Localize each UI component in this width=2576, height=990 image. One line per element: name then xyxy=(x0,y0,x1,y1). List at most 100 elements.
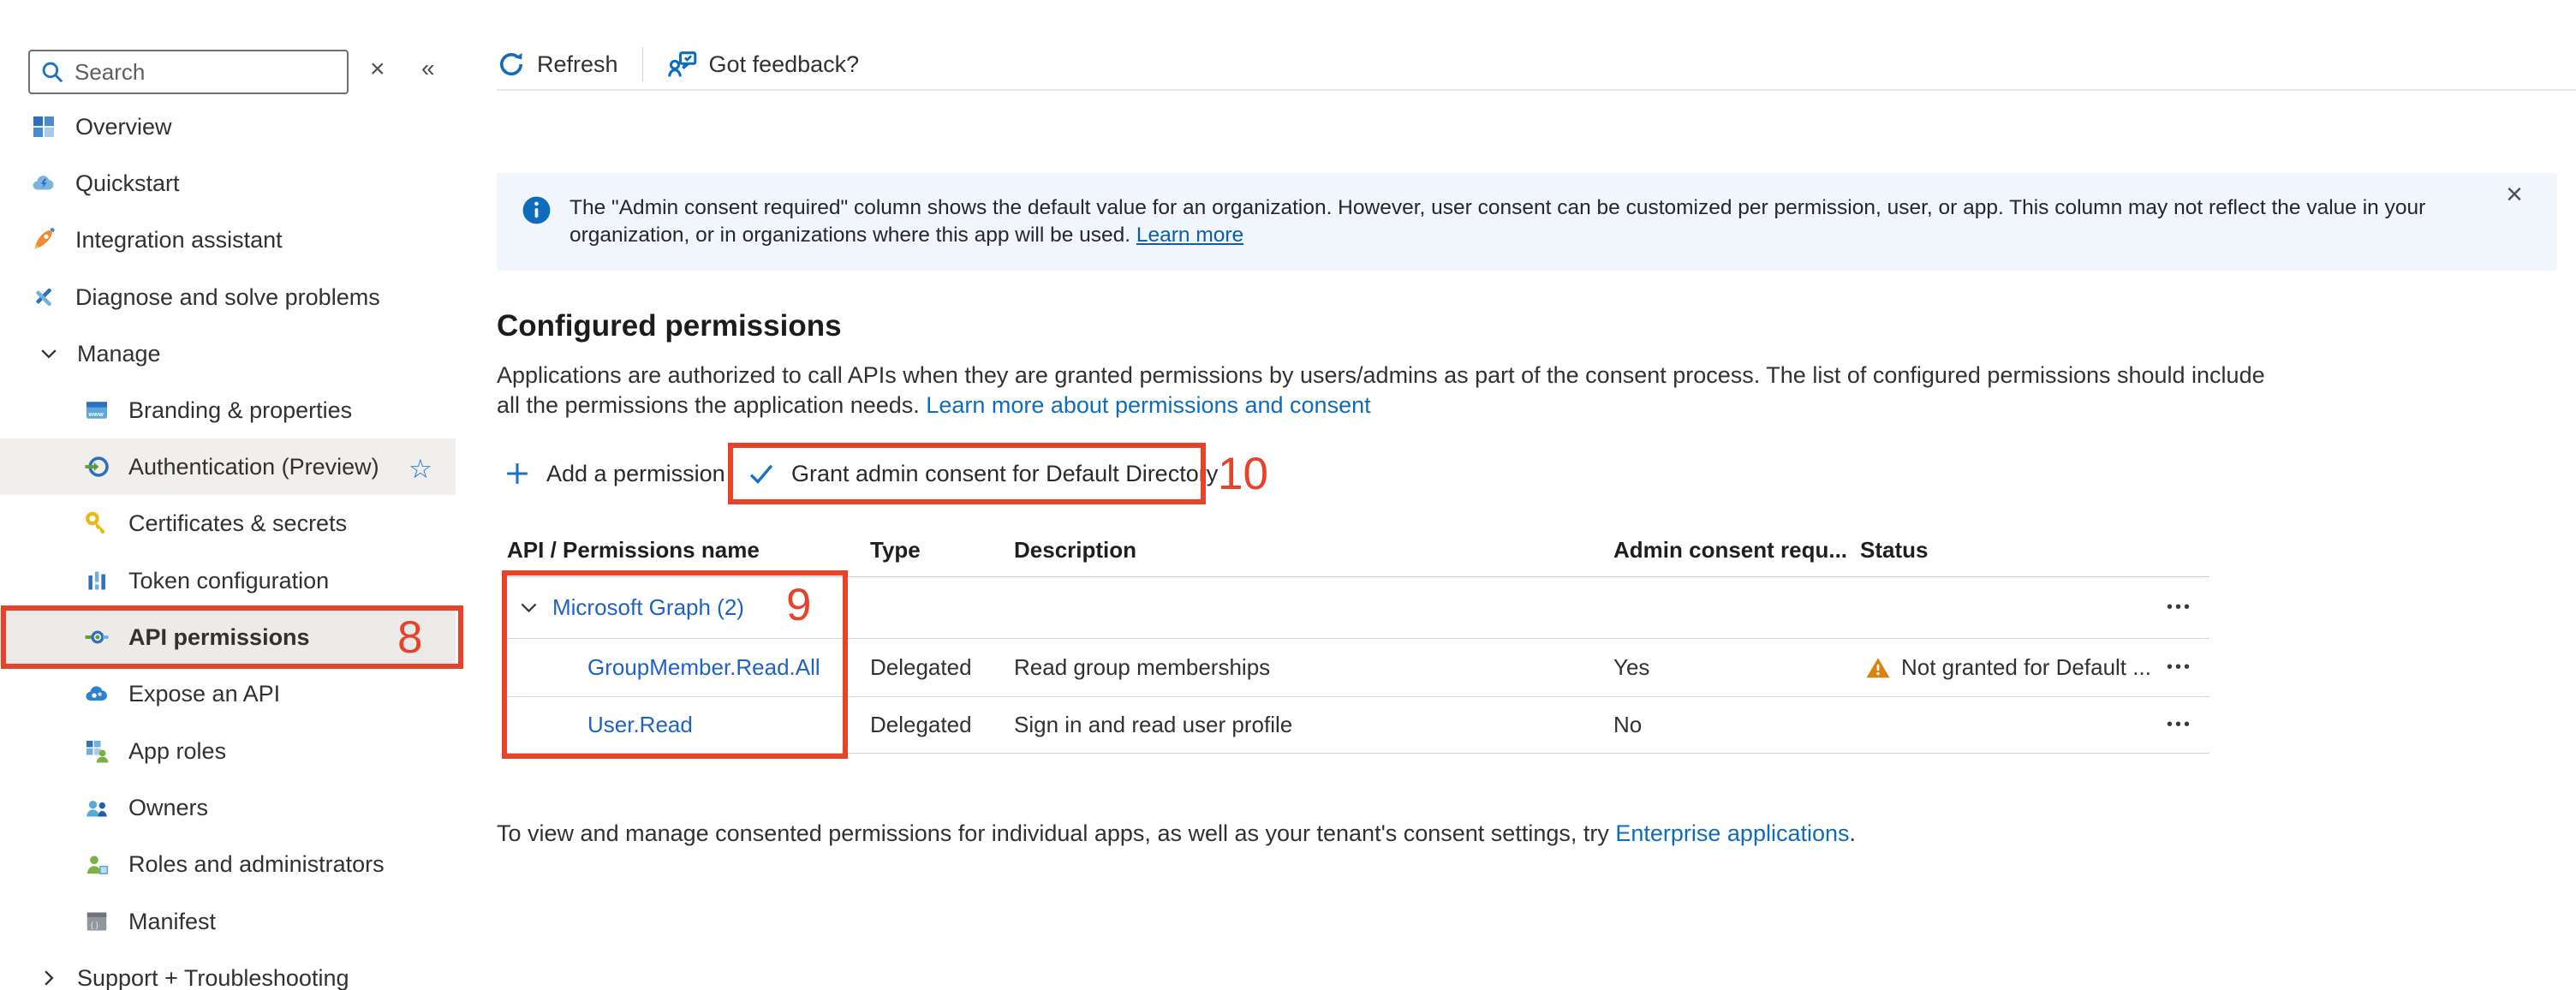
feedback-label: Got feedback? xyxy=(709,51,860,78)
sidebar-item-label: API permissions xyxy=(128,624,310,651)
sidebar-group-support[interactable]: Support + Troubleshooting xyxy=(0,950,456,990)
admin-consent-cell: No xyxy=(1610,712,1857,738)
description-text: Applications are authorized to call APIs… xyxy=(497,362,2265,418)
info-banner: The "Admin consent required" column show… xyxy=(497,173,2557,271)
chevron-right-icon xyxy=(38,967,60,989)
sidebar-item-label: Manifest xyxy=(128,909,216,935)
banner-text: The "Admin consent required" column show… xyxy=(569,194,2509,249)
sidebar-item-quickstart[interactable]: Quickstart xyxy=(0,155,456,212)
sidebar: × « Overview Quickstart Integration assi… xyxy=(0,0,480,990)
refresh-button[interactable]: Refresh xyxy=(497,50,618,79)
chevron-down-icon[interactable] xyxy=(517,596,540,619)
more-menu-icon[interactable]: ••• xyxy=(2150,658,2209,677)
sidebar-item-label: Expose an API xyxy=(128,681,280,707)
permission-name-cell: GroupMember.Read.All xyxy=(504,654,867,681)
sidebar-group-label: Support + Troubleshooting xyxy=(77,965,349,990)
toolbar-separator xyxy=(642,47,643,81)
toolbar-divider xyxy=(497,89,2576,91)
page-section-title: Configured permissions xyxy=(497,309,842,343)
svg-text:{ }: { } xyxy=(91,921,99,930)
description-cell: Read group memberships xyxy=(1011,654,1610,681)
token-bars-icon xyxy=(84,568,110,593)
sidebar-item-label: Branding & properties xyxy=(128,397,352,424)
cloud-gears-icon xyxy=(84,681,110,707)
info-icon xyxy=(521,194,552,226)
sidebar-item-token-configuration[interactable]: Token configuration xyxy=(0,552,456,609)
svg-text:www: www xyxy=(87,410,104,418)
grant-admin-consent-button[interactable]: Grant admin consent for Default Director… xyxy=(747,443,1218,504)
search-box xyxy=(28,50,349,94)
sidebar-item-certificates[interactable]: Certificates & secrets xyxy=(0,495,456,552)
code-manifest-icon: { } xyxy=(84,909,110,934)
groupmember-read-all-link[interactable]: GroupMember.Read.All xyxy=(587,654,820,681)
sidebar-item-label: Owners xyxy=(128,795,208,821)
grid-person-icon xyxy=(84,738,110,764)
sign-in-icon xyxy=(84,454,110,480)
footer-period: . xyxy=(1850,820,1857,846)
sidebar-item-owners[interactable]: Owners xyxy=(0,779,456,836)
permissions-consent-link[interactable]: Learn more about permissions and consent xyxy=(926,392,1370,418)
footer-note: To view and manage consented permissions… xyxy=(497,820,1856,847)
banner-close-icon[interactable]: × xyxy=(2506,178,2523,212)
banner-message: The "Admin consent required" column show… xyxy=(569,196,2425,247)
sidebar-item-overview[interactable]: Overview xyxy=(0,98,456,155)
search-icon xyxy=(40,60,64,84)
refresh-icon xyxy=(497,50,526,79)
sidebar-item-label: Overview xyxy=(75,114,172,140)
sidebar-item-diagnose[interactable]: Diagnose and solve problems xyxy=(0,269,456,325)
sidebar-item-authentication[interactable]: Authentication (Preview) xyxy=(0,438,456,495)
feedback-icon xyxy=(667,49,698,80)
sidebar-item-expose-an-api[interactable]: Expose an API xyxy=(0,665,456,722)
sidebar-collapse-icon[interactable]: « xyxy=(421,55,435,82)
sidebar-item-roles-administrators[interactable]: Roles and administrators xyxy=(0,836,456,892)
type-cell: Delegated xyxy=(867,654,1011,681)
quickstart-cloud-icon xyxy=(31,170,57,196)
add-permission-button[interactable]: Add a permission xyxy=(504,443,725,504)
permission-name-cell: User.Read xyxy=(504,712,867,738)
more-menu-icon[interactable]: ••• xyxy=(2150,598,2209,617)
more-menu-icon[interactable]: ••• xyxy=(2150,715,2209,735)
search-input[interactable] xyxy=(75,59,337,86)
feedback-button[interactable]: Got feedback? xyxy=(667,49,860,80)
banner-learn-more-link[interactable]: Learn more xyxy=(1136,224,1243,247)
table-row-groupmember-read-all: GroupMember.Read.All Delegated Read grou… xyxy=(504,639,2209,697)
footer-text: To view and manage consented permissions… xyxy=(497,820,1615,846)
column-header-type: Type xyxy=(867,537,1011,564)
column-header-api-name: API / Permissions name xyxy=(504,537,867,564)
sidebar-item-api-permissions[interactable]: API permissions xyxy=(0,609,456,665)
microsoft-graph-link[interactable]: Microsoft Graph (2) xyxy=(552,594,744,621)
sidebar-item-app-roles[interactable]: App roles xyxy=(0,723,456,779)
sidebar-item-label: Roles and administrators xyxy=(128,851,385,878)
sidebar-item-label: Token configuration xyxy=(128,568,329,594)
api-permissions-page: × « Overview Quickstart Integration assi… xyxy=(0,0,2576,990)
sidebar-group-manage[interactable]: Manage xyxy=(0,325,456,382)
annotation-number-10: 10 xyxy=(1218,451,1268,497)
sidebar-item-label: App roles xyxy=(128,738,226,765)
overview-grid-icon xyxy=(31,114,57,140)
sidebar-item-manifest[interactable]: { } Manifest xyxy=(0,893,456,950)
api-name-cell: Microsoft Graph (2) xyxy=(504,594,867,621)
search-clear-icon[interactable]: × xyxy=(370,55,385,84)
warning-icon xyxy=(1865,655,1891,681)
status-cell: Not granted for Default ... xyxy=(1857,654,2150,681)
command-bar: Refresh Got feedback? xyxy=(497,46,859,82)
chevron-down-icon xyxy=(38,343,60,365)
api-permissions-icon xyxy=(84,624,110,650)
favorite-star-icon[interactable]: ☆ xyxy=(408,454,432,485)
sidebar-item-integration-assistant[interactable]: Integration assistant xyxy=(0,212,456,268)
sidebar-item-branding[interactable]: www Branding & properties xyxy=(0,382,456,438)
person-cube-icon xyxy=(84,851,110,877)
enterprise-applications-link[interactable]: Enterprise applications xyxy=(1615,820,1849,846)
sidebar-group-label: Manage xyxy=(77,341,161,367)
table-row-user-read: User.Read Delegated Sign in and read use… xyxy=(504,697,2209,754)
add-permission-label: Add a permission xyxy=(546,461,725,487)
user-read-link[interactable]: User.Read xyxy=(587,712,693,738)
type-cell: Delegated xyxy=(867,712,1011,738)
tools-icon xyxy=(31,284,57,310)
check-icon xyxy=(747,459,776,488)
plus-icon xyxy=(504,460,531,487)
grant-admin-consent-label: Grant admin consent for Default Director… xyxy=(791,461,1218,487)
people-icon xyxy=(84,795,110,820)
sidebar-item-label: Diagnose and solve problems xyxy=(75,284,380,311)
rocket-icon xyxy=(31,227,57,253)
